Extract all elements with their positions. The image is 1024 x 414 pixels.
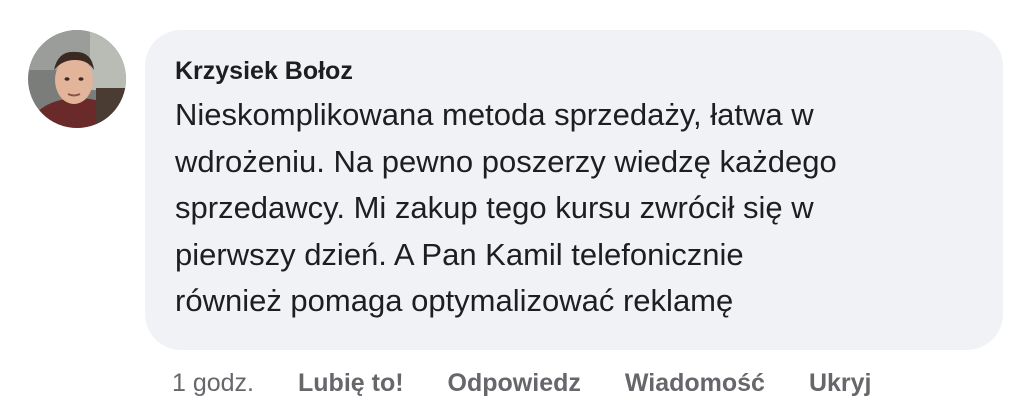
comment-text-line: również pomaga optymalizować reklamę (175, 283, 734, 318)
comment-text: Nieskomplikowana metoda sprzedaży, łatwa… (175, 92, 975, 325)
comment-author-name[interactable]: Krzysiek Bołoz (175, 56, 975, 86)
comment-text-line: pierwszy dzień. A Pan Kamil telefoniczni… (175, 236, 744, 272)
comment-text-line: Nieskomplikowana metoda sprzedaży, łatwa… (175, 97, 814, 132)
comment-bubble: Krzysiek Bołoz Nieskomplikowana metoda s… (145, 30, 1003, 350)
reply-button[interactable]: Odpowiedz (448, 369, 581, 398)
comment-text-line: sprzedawcy. Mi zakup tego kursu zwrócił … (175, 190, 814, 225)
hide-button[interactable]: Ukryj (809, 369, 872, 398)
message-button[interactable]: Wiadomość (625, 369, 765, 398)
avatar[interactable] (28, 30, 126, 128)
avatar-photo (28, 30, 126, 128)
comment-actions: 1 godz. Lubię to! Odpowiedz Wiadomość Uk… (172, 366, 872, 400)
like-button[interactable]: Lubię to! (298, 369, 404, 398)
comment-text-line: wdrożeniu. Na pewno poszerzy wiedzę każd… (175, 143, 837, 179)
comment-timestamp[interactable]: 1 godz. (172, 369, 254, 398)
